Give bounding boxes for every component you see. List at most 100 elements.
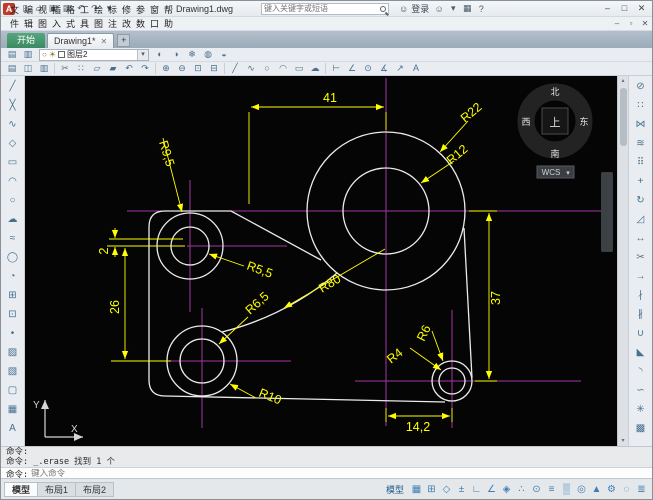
arc-icon[interactable]: ◠ [3,172,23,191]
mirror-icon[interactable]: ⋈ [631,115,651,134]
paste-icon[interactable]: ▱ [89,62,105,75]
signin-button[interactable]: 登录 [411,2,429,15]
layer-off-icon[interactable]: ◐ [152,48,168,61]
lineweight-icon[interactable]: ≡ [544,480,559,499]
tab-layout1[interactable]: 布局1 [37,482,75,497]
rectangle-tool-icon[interactable]: ▭ [291,62,307,75]
apps-icon[interactable]: ▦ [460,3,474,14]
new-tab-button[interactable]: + [117,34,130,47]
table-icon[interactable]: ▦ [3,400,23,419]
construction-line-icon[interactable]: ╳ [3,96,23,115]
spline-icon[interactable]: ≈ [3,229,23,248]
layer-isolate-icon[interactable]: ◑ [168,48,184,61]
snap-icon[interactable]: ⊞ [424,480,439,499]
dim-26[interactable]: 26 [108,300,122,314]
rectangle-icon[interactable]: ▭ [3,153,23,172]
hatch-icon[interactable]: ▨ [3,343,23,362]
copy-clip-icon[interactable]: ∷ [73,62,89,75]
chamfer-icon[interactable]: ◣ [631,343,651,362]
drawing-canvas-svg[interactable]: 41 R22 R12 R9,5 R5,5 2 26 R6,5 R80 R6 R4… [25,76,617,446]
isodraft-icon[interactable]: ◈ [499,480,514,499]
ellipse-arc-icon[interactable]: ◔ [3,267,23,286]
compass-north-label[interactable]: 北 [550,87,559,97]
explode-icon[interactable]: ✳ [631,400,651,419]
search-input[interactable] [264,4,378,13]
dim-2[interactable]: 2 [97,247,111,254]
offset-icon[interactable]: ≋ [631,134,651,153]
layer-dropdown-caret-icon[interactable]: ▾ [137,50,148,60]
line-icon[interactable]: ╱ [3,77,23,96]
insert-block-icon[interactable]: ⊞ [3,286,23,305]
collapsed-palette-tab[interactable] [601,172,613,252]
vertical-scrollbar[interactable]: ▴ ▾ [617,76,628,446]
dim-r9-5[interactable]: R9,5 [156,139,177,168]
hatch-edit-icon[interactable]: ▩ [631,419,651,438]
scroll-up-icon[interactable]: ▴ [618,76,629,86]
aligned-dimension-icon[interactable]: ∠ [344,62,360,75]
create-block-icon[interactable]: ⊡ [3,305,23,324]
ucs-icon[interactable]: X Y [33,400,83,437]
mdi-minimize-button[interactable]: – [610,19,624,28]
array-icon[interactable]: ⠿ [631,153,651,172]
customize-icon[interactable]: ≣ [634,480,649,499]
zoom-window-icon[interactable]: ⊡ [190,62,206,75]
fillet-icon[interactable]: ◝ [631,362,651,381]
dim-r5-5[interactable]: R5,5 [245,259,275,281]
scrollbar-thumb[interactable] [620,88,627,146]
polygon-icon[interactable]: ◇ [3,134,23,153]
dynamic-input-icon[interactable]: ± [454,480,469,499]
grid-icon[interactable]: ▦ [409,480,424,499]
angular-dimension-icon[interactable]: ∡ [376,62,392,75]
mdi-close-button[interactable]: ✕ [638,19,652,28]
circle-tool-icon[interactable]: ○ [259,62,275,75]
gradient-icon[interactable]: ▧ [3,362,23,381]
close-button[interactable]: ✕ [633,3,650,14]
dim-14-2[interactable]: 14,2 [406,420,430,434]
isolate-objects-icon[interactable]: ◌ [619,480,634,499]
linear-dimension-icon[interactable]: ⊢ [328,62,344,75]
user-icon[interactable]: ☺ [432,4,446,14]
break-icon[interactable]: ∦ [631,305,651,324]
arc-tool-icon[interactable]: ◠ [275,62,291,75]
blend-curves-icon[interactable]: ∽ [631,381,651,400]
compass-south-label[interactable]: 南 [550,148,559,159]
help-icon[interactable]: ? [474,4,488,14]
close-tab-icon[interactable]: ✕ [101,34,108,49]
region-icon[interactable]: ▢ [3,381,23,400]
revcloud-tool-icon[interactable]: ☁ [307,62,323,75]
extend-icon[interactable]: → [631,267,651,286]
zoom-previous-icon[interactable]: ⊟ [206,62,222,75]
point-icon[interactable]: • [3,324,23,343]
redo-icon[interactable]: ↷ [137,62,153,75]
undo-icon[interactable]: ↶ [121,62,137,75]
dim-r6-5[interactable]: R6,5 [243,289,272,317]
signin-caret-icon[interactable]: ▾ [446,3,460,14]
selection-cycling-icon[interactable]: ◎ [574,480,589,499]
scroll-down-icon[interactable]: ▾ [618,436,629,446]
multileader-icon[interactable]: ↗ [392,62,408,75]
layer-properties-icon[interactable]: ▤ [4,48,20,61]
dimension-texts[interactable]: 41 R22 R12 R9,5 R5,5 2 26 R6,5 R80 R6 R4… [97,91,503,434]
line-tool-icon[interactable]: ╱ [227,62,243,75]
dim-r6[interactable]: R6 [414,323,434,344]
publish-icon[interactable]: ▥ [36,62,52,75]
layer-states-icon[interactable]: ▥ [20,48,36,61]
plot-preview-icon[interactable]: ◫ [20,62,36,75]
scale-icon[interactable]: ◿ [631,210,651,229]
view-compass[interactable]: 北 南 西 东 上 WCS ▾ [521,87,588,178]
trim-icon[interactable]: ✂ [631,248,651,267]
plot-icon[interactable]: ▤ [4,62,20,75]
dim-41[interactable]: 41 [323,91,337,105]
radius-dimension-icon[interactable]: ⊙ [360,62,376,75]
compass-east-label[interactable]: 东 [579,116,588,127]
layer-match-icon[interactable]: ◒ [216,48,232,61]
ortho-icon[interactable]: ∟ [469,480,484,499]
plate-left-bottom-edge[interactable] [149,227,445,402]
workspace-switch-icon[interactable]: ⚙ [604,480,619,499]
rotate-icon[interactable]: ↻ [631,191,651,210]
text-icon[interactable]: A [3,419,23,438]
dim-37[interactable]: 37 [489,291,503,305]
match-properties-icon[interactable]: ▰ [105,62,121,75]
compass-west-label[interactable]: 西 [521,117,530,127]
mdi-restore-button[interactable]: ▫ [624,19,638,28]
